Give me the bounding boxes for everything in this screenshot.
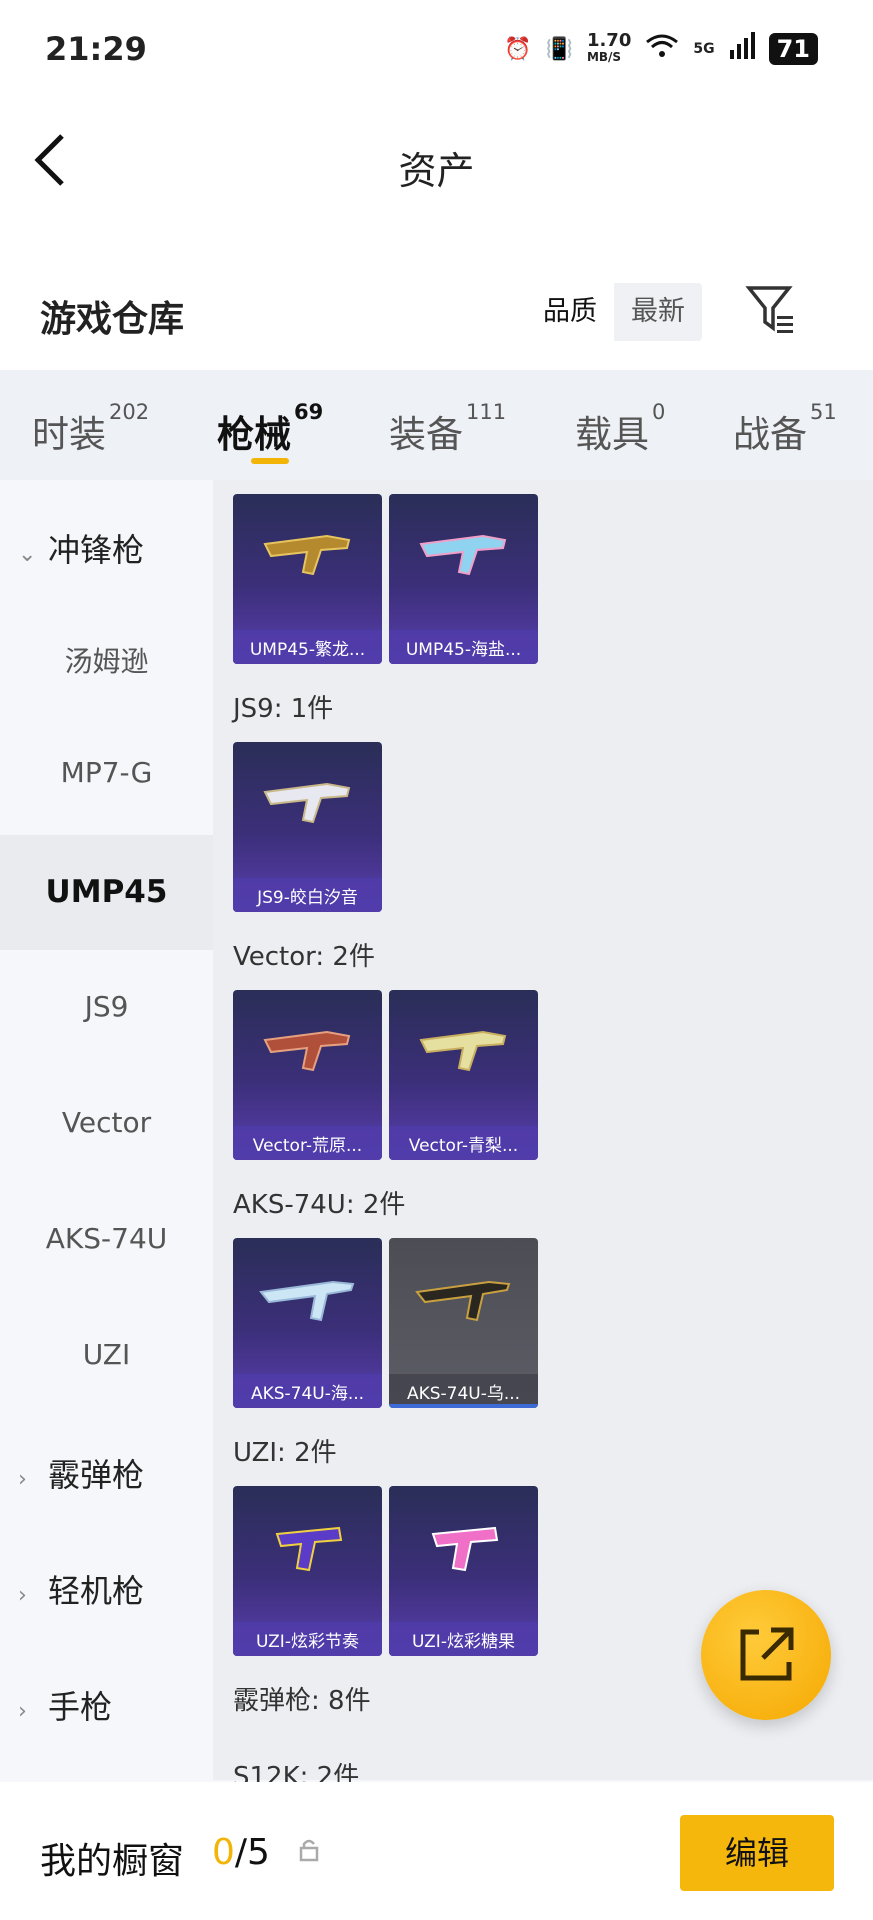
sidebar-category-lmg[interactable]: › 轻机枪 [18,1566,144,1612]
rifle-icon [415,1280,511,1322]
item-card[interactable]: JS9-皎白汐音 [233,742,382,912]
network-type: 5G [693,41,715,57]
item-card[interactable]: UMP45-海盐... [389,494,538,664]
wifi-icon [645,33,679,65]
group-label: JS9: 1件 [233,694,334,724]
share-icon [740,1627,794,1681]
sidebar-item-ump45[interactable]: UMP45 [0,835,213,950]
sidebar-item-mp7g[interactable]: MP7-G [0,756,213,800]
sort-toggle: 品质 最新 [526,283,702,341]
sidebar-item-vector[interactable]: Vector [0,1106,213,1150]
group-label: UZI: 2件 [233,1438,337,1468]
tab-equipment[interactable]: 装备111 [389,400,506,458]
tab-firearms[interactable]: 枪械69 [217,400,323,458]
share-button[interactable] [701,1590,831,1720]
item-name: Vector-荒原... [252,1136,363,1156]
item-card[interactable]: Vector-青梨... [389,990,538,1160]
alarm-icon: ⏰ [504,36,532,62]
sidebar-category-pistol[interactable]: › 手枪 [18,1682,112,1728]
battery-icon: 71 [768,33,818,65]
item-card[interactable]: Vector-荒原... [233,990,382,1160]
smg-icon [263,782,351,824]
item-name: UZI-炫彩糖果 [412,1632,515,1652]
smg-icon [263,534,351,576]
tab-supplies[interactable]: 战备51 [733,400,837,458]
sidebar-item-uzi[interactable]: UZI [0,1338,213,1382]
item-card[interactable]: UMP45-繁龙... [233,494,382,664]
pistol-smg-icon [431,1526,499,1572]
sidebar-item-js9[interactable]: JS9 [0,990,213,1034]
sort-latest-button[interactable]: 最新 [614,283,702,341]
filter-icon[interactable] [745,282,799,336]
sidebar-category-smg[interactable]: ⌄ 冲锋枪 [18,525,144,571]
edit-button[interactable]: 编辑 [680,1815,834,1891]
showcase-count: 0/5 [212,1832,270,1873]
tab-fashion[interactable]: 时装202 [32,400,149,458]
item-card[interactable]: AKS-74U-乌... [389,1238,538,1408]
item-card[interactable]: UZI-炫彩糖果 [389,1486,538,1656]
group-label: AKS-74U: 2件 [233,1190,406,1220]
vibrate-icon: 📳 [545,36,573,62]
sidebar-item-thompson[interactable]: 汤姆逊 [0,640,213,684]
sort-quality-button[interactable]: 品质 [526,283,614,341]
rifle-icon [259,1280,355,1322]
group-label: Vector: 2件 [233,942,375,972]
smg-icon [419,1030,507,1072]
chevron-right-icon: › [18,1699,27,1724]
item-name: Vector-青梨... [408,1136,519,1156]
sidebar-item-aks74u[interactable]: AKS-74U [0,1222,213,1266]
item-name: UMP45-海盐... [405,640,522,660]
category-label: 霰弹枪: 8件 [233,1686,371,1716]
smg-icon [419,534,507,576]
sidebar-category-shotgun[interactable]: › 霰弹枪 [18,1450,144,1496]
tab-vehicles[interactable]: 载具0 [575,400,665,458]
smg-icon [263,1030,351,1072]
signal-icon [729,32,755,66]
showcase-title: 我的橱窗 [40,1841,185,1882]
status-icons: ⏰ 📳 1.70 MB/S 5G 71 [504,32,818,66]
page-title: 资产 [398,149,475,193]
net-speed: 1.70 MB/S [586,30,632,65]
item-name: AKS-74U-乌... [406,1384,521,1404]
chevron-down-icon: ⌄ [18,542,37,567]
item-name: AKS-74U-海... [250,1384,365,1404]
item-card[interactable]: AKS-74U-海... [233,1238,382,1408]
item-name: UMP45-繁龙... [249,640,366,660]
tab-indicator [251,458,289,464]
lock-icon [298,1838,320,1868]
chevron-right-icon: › [18,1467,27,1492]
item-name: UZI-炫彩节奏 [256,1632,359,1652]
pistol-smg-icon [275,1526,343,1572]
item-card[interactable]: UZI-炫彩节奏 [233,1486,382,1656]
item-name: JS9-皎白汐音 [257,888,358,908]
section-title: 游戏仓库 [40,299,185,340]
chevron-right-icon: › [18,1583,27,1608]
status-time: 21:29 [45,30,147,68]
